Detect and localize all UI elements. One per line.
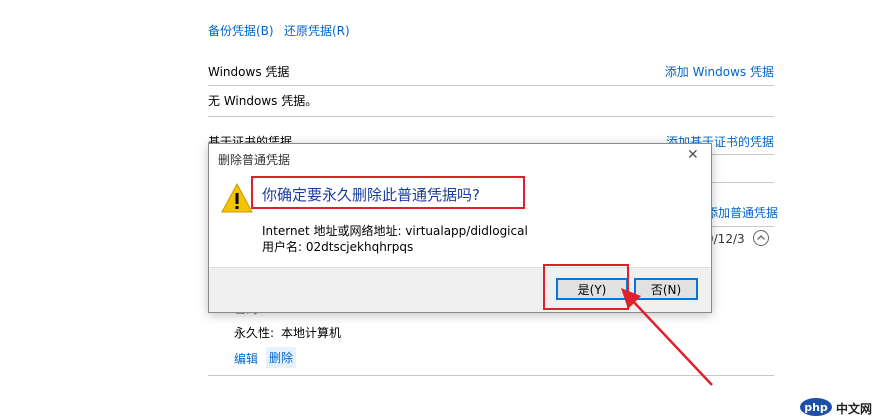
- watermark-text: 中文网: [836, 402, 873, 416]
- php-logo: php: [800, 398, 832, 416]
- annotation-arrow-icon: [621, 288, 713, 386]
